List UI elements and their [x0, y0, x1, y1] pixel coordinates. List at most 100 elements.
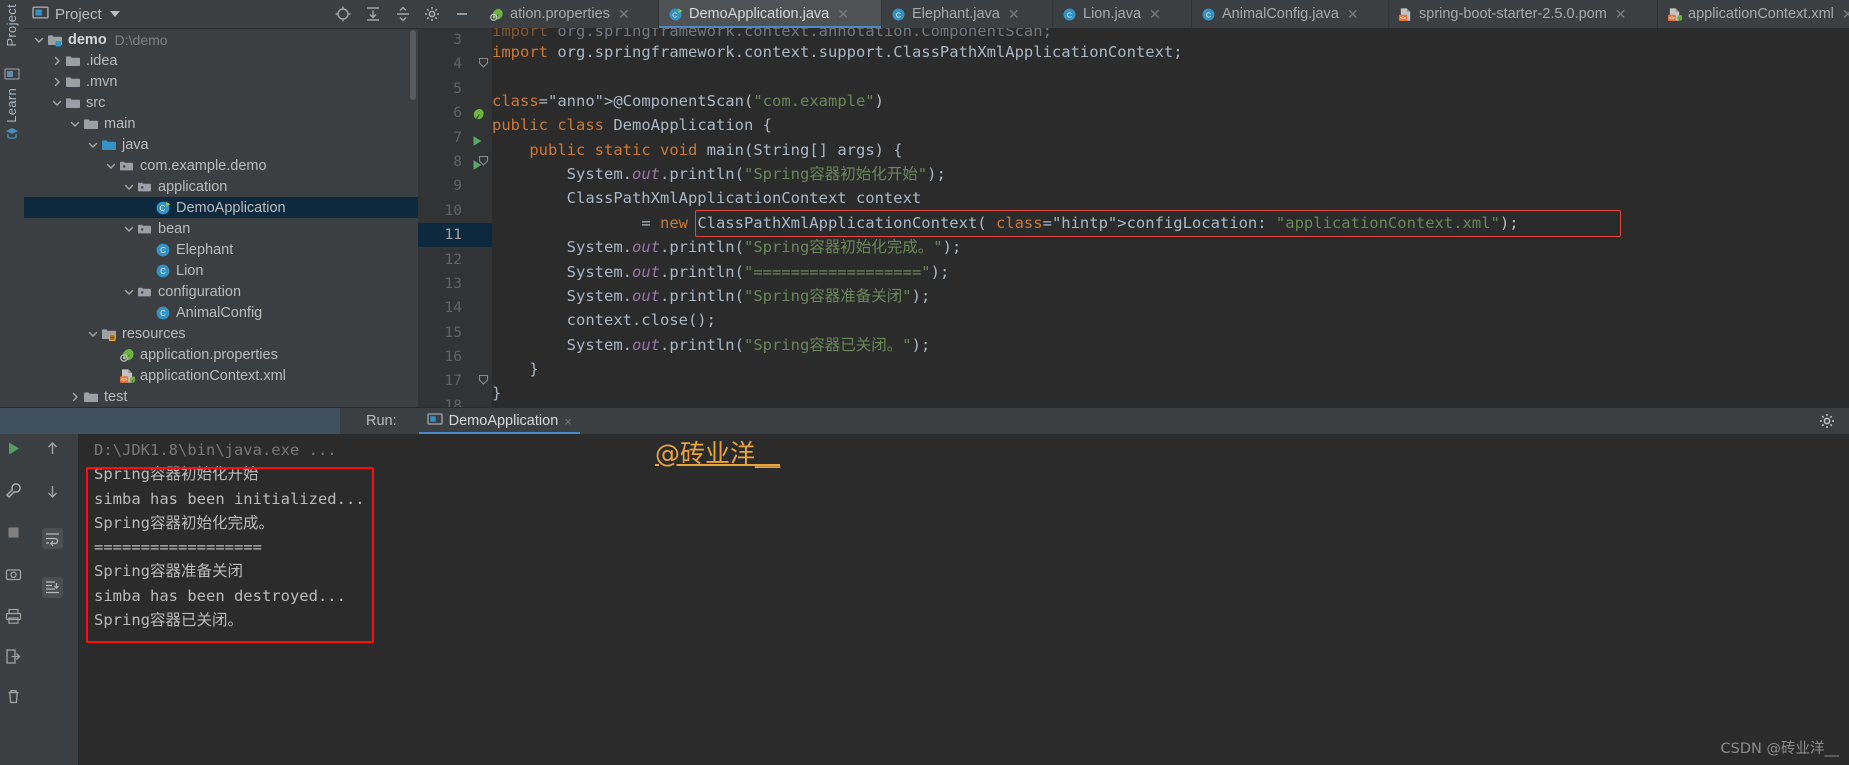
- editor-tab-spring-boot-starter-2.5.0.pom[interactable]: <> spring-boot-starter-2.5.0.pom ✕: [1389, 0, 1658, 28]
- close-icon[interactable]: ✕: [1615, 7, 1627, 21]
- code-editor[interactable]: 345678910111112131415161718 import org.s…: [418, 28, 1849, 408]
- close-icon[interactable]: ✕: [1008, 7, 1020, 21]
- close-icon[interactable]: ✕: [837, 7, 849, 21]
- code-line[interactable]: [492, 64, 1849, 88]
- print-icon[interactable]: [5, 608, 22, 625]
- tree-twisty[interactable]: [68, 390, 82, 404]
- editor-tab-lion.java[interactable]: C Lion.java ✕: [1053, 0, 1192, 28]
- close-icon[interactable]: ✕: [1347, 7, 1359, 21]
- tree-twisty[interactable]: [50, 75, 64, 89]
- collapse-all-icon[interactable]: [394, 5, 412, 23]
- run-actions-toolbar[interactable]: [0, 434, 26, 765]
- tree-twisty[interactable]: [68, 117, 82, 131]
- scroll-to-end-icon[interactable]: [41, 577, 63, 598]
- minimize-icon[interactable]: [454, 6, 470, 22]
- editor-tab-demoapplication.java[interactable]: C DemoApplication.java ✕: [659, 0, 882, 28]
- locate-icon[interactable]: [334, 5, 352, 23]
- tree-twisty[interactable]: [140, 306, 154, 320]
- code-line[interactable]: System.out.println("==================")…: [492, 260, 1849, 284]
- tree-twisty[interactable]: [32, 33, 46, 47]
- tree-node-elephant[interactable]: C Elephant: [24, 239, 418, 260]
- console-side-toolbar[interactable]: [26, 434, 78, 765]
- tree-node-.mvn[interactable]: .mvn: [24, 71, 418, 92]
- tree-twisty[interactable]: [122, 285, 136, 299]
- code-line[interactable]: System.out.println("Spring容器初始化完成。");: [492, 235, 1849, 259]
- tree-node-demoapplication[interactable]: C DemoApplication: [24, 197, 418, 218]
- fold-marker-icon[interactable]: [478, 374, 489, 386]
- editor-tab-elephant.java[interactable]: C Elephant.java ✕: [882, 0, 1053, 28]
- tree-node-com.example.demo[interactable]: com.example.demo: [24, 155, 418, 176]
- tree-twisty[interactable]: [140, 201, 154, 215]
- close-icon[interactable]: ✕: [1842, 7, 1849, 21]
- tree-node-.idea[interactable]: .idea: [24, 50, 418, 71]
- gear-icon[interactable]: [424, 6, 440, 22]
- run-icon[interactable]: [5, 440, 22, 457]
- camera-icon[interactable]: [5, 566, 22, 583]
- editor-gutter[interactable]: 345678910111112131415161718: [418, 28, 492, 408]
- editor-tabs[interactable]: ation.properties ✕ C DemoApplication.java ✕ C…: [480, 0, 1849, 28]
- editor-tab-animalconfig.java[interactable]: C AnimalConfig.java ✕: [1192, 0, 1389, 28]
- editor-tab-applicationcontext.xml[interactable]: <> applicationContext.xml ✕: [1658, 0, 1849, 28]
- arrow-down-icon[interactable]: [44, 483, 61, 500]
- tree-twisty[interactable]: [122, 180, 136, 194]
- learn-tool-icon[interactable]: [4, 126, 20, 142]
- tree-node-resources[interactable]: resources: [24, 323, 418, 344]
- soft-wrap-icon[interactable]: [41, 528, 63, 549]
- code-line[interactable]: context.close();: [492, 308, 1849, 332]
- tree-twisty[interactable]: [140, 264, 154, 278]
- close-icon[interactable]: ×: [564, 414, 572, 429]
- tree-twisty[interactable]: [86, 327, 100, 341]
- project-tree[interactable]: demo D:\demo .idea .mvn src main java com.examp…: [24, 29, 418, 408]
- fold-marker-icon[interactable]: [478, 57, 489, 69]
- code-line[interactable]: }: [492, 357, 1849, 381]
- tree-twisty[interactable]: [50, 96, 64, 110]
- wrench-icon[interactable]: [5, 482, 22, 499]
- code-line[interactable]: import org.springframework.context.suppo…: [492, 40, 1849, 64]
- code-line[interactable]: System.out.println("Spring容器初始化开始");: [492, 162, 1849, 186]
- close-icon[interactable]: ✕: [618, 7, 630, 21]
- tree-twisty[interactable]: [104, 348, 118, 362]
- console-output[interactable]: D:\JDK1.8\bin\java.exe ... Spring容器初始化开始 s…: [78, 434, 1849, 765]
- rail-label-learn[interactable]: Learn: [4, 88, 19, 123]
- export-icon[interactable]: [5, 648, 22, 665]
- code-line[interactable]: import org.springframework.context.annot…: [492, 28, 1849, 40]
- project-scrollbar[interactable]: [410, 30, 416, 100]
- tree-twisty[interactable]: [104, 369, 118, 383]
- tree-twisty[interactable]: [50, 54, 64, 68]
- run-config-tab[interactable]: DemoApplication ×: [418, 408, 581, 434]
- tree-node-main[interactable]: main: [24, 113, 418, 134]
- tree-twisty[interactable]: [104, 159, 118, 173]
- code-line[interactable]: System.out.println("Spring容器准备关闭");: [492, 284, 1849, 308]
- tree-node-test[interactable]: test: [24, 386, 418, 407]
- code-line[interactable]: ClassPathXmlApplicationContext context: [492, 186, 1849, 210]
- fold-marker-icon[interactable]: [478, 155, 489, 166]
- gear-icon[interactable]: [1819, 413, 1835, 429]
- tree-node-applicationcontext.xml[interactable]: <> applicationContext.xml: [24, 365, 418, 386]
- code-line[interactable]: }: [492, 381, 1849, 405]
- tree-twisty[interactable]: [86, 138, 100, 152]
- code-line[interactable]: public class DemoApplication {: [492, 113, 1849, 137]
- tree-node-java[interactable]: java: [24, 134, 418, 155]
- code-line[interactable]: class="anno">@ComponentScan("com.example…: [492, 89, 1849, 113]
- tree-node-lion[interactable]: C Lion: [24, 260, 418, 281]
- tree-node-configuration[interactable]: configuration: [24, 281, 418, 302]
- code-line[interactable]: System.out.println("Spring容器已关闭。");: [492, 333, 1849, 357]
- code-line[interactable]: = new ClassPathXmlApplicationContext( cl…: [492, 211, 1849, 235]
- tree-twisty[interactable]: [122, 222, 136, 236]
- tree-node-demo[interactable]: demo D:\demo: [24, 29, 418, 50]
- editor-tab-ation.properties[interactable]: ation.properties ✕: [480, 0, 659, 28]
- editor-code-area[interactable]: import org.springframework.context.annot…: [492, 28, 1849, 408]
- tree-node-application[interactable]: application: [24, 176, 418, 197]
- tree-twisty[interactable]: [140, 243, 154, 257]
- rail-label-project[interactable]: Project: [4, 4, 19, 47]
- arrow-up-icon[interactable]: [44, 440, 61, 457]
- tree-node-src[interactable]: src: [24, 92, 418, 113]
- trash-icon[interactable]: [5, 688, 22, 705]
- stop-icon[interactable]: [5, 524, 22, 541]
- tree-node-animalconfig[interactable]: C AnimalConfig: [24, 302, 418, 323]
- project-tool-icon[interactable]: [4, 66, 20, 82]
- close-icon[interactable]: ✕: [1149, 7, 1161, 21]
- tree-node-application.properties[interactable]: application.properties: [24, 344, 418, 365]
- tree-node-bean[interactable]: bean: [24, 218, 418, 239]
- chevron-down-icon[interactable]: [109, 11, 120, 17]
